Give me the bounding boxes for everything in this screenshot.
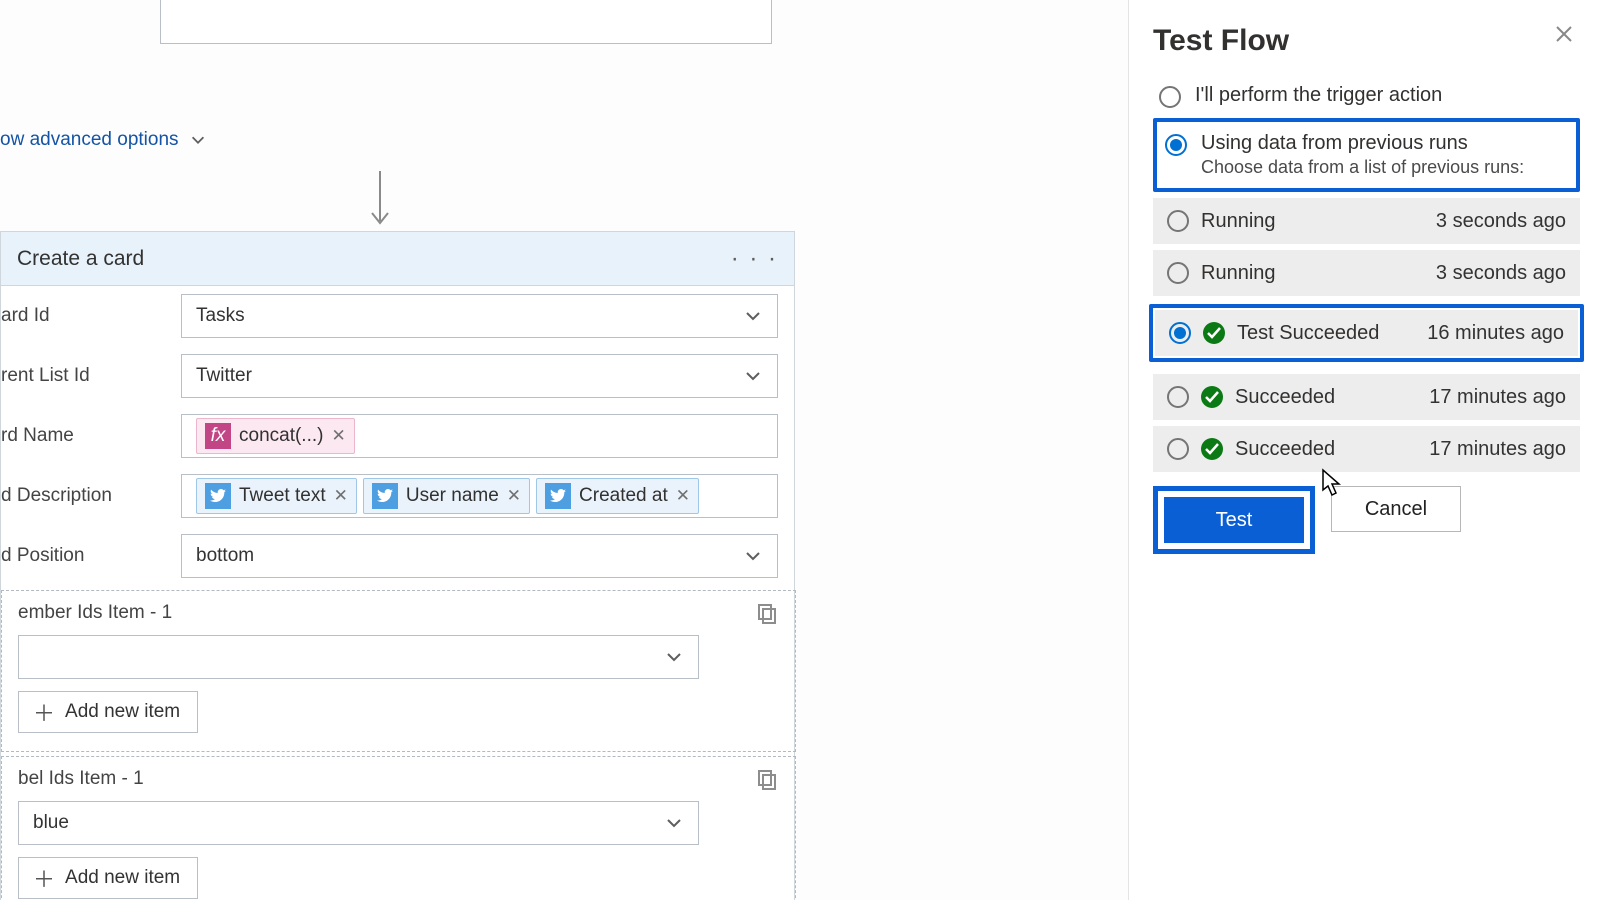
plus-icon: ＋	[33, 862, 55, 894]
run-item[interactable]: Running 3 seconds ago	[1153, 250, 1580, 296]
card-description-input[interactable]: Tweet text ✕ User name ✕ Created at ✕	[181, 474, 778, 518]
twitter-icon	[205, 483, 231, 509]
highlight-box: Test Succeeded 16 minutes ago	[1149, 304, 1584, 362]
highlight-box: Test	[1153, 486, 1315, 554]
token-remove-icon[interactable]: ✕	[331, 426, 345, 446]
run-item[interactable]: Running 3 seconds ago	[1153, 198, 1580, 244]
run-item[interactable]: Succeeded 17 minutes ago	[1153, 426, 1580, 472]
label-ids-select[interactable]: blue	[18, 801, 699, 845]
radio-icon	[1165, 134, 1187, 156]
success-check-icon	[1201, 438, 1223, 460]
token-remove-icon[interactable]: ✕	[676, 486, 690, 506]
fx-token[interactable]: fx concat(...) ✕	[196, 418, 355, 454]
dynamic-token[interactable]: Created at ✕	[536, 478, 699, 514]
plus-icon: ＋	[33, 696, 55, 728]
chevron-down-icon	[189, 131, 207, 149]
twitter-icon	[372, 483, 398, 509]
field-label-board-id: ard Id	[1, 305, 181, 327]
radio-icon	[1167, 386, 1189, 408]
run-item[interactable]: Succeeded 17 minutes ago	[1153, 374, 1580, 420]
radio-manual-trigger[interactable]: I'll perform the trigger action	[1153, 76, 1580, 116]
member-ids-select[interactable]	[18, 635, 699, 679]
radio-icon	[1167, 262, 1189, 284]
twitter-icon	[545, 483, 571, 509]
card-position-select[interactable]: bottom	[181, 534, 778, 578]
member-ids-section: ember Ids Item - 1 ＋ Add new item	[1, 590, 796, 752]
fx-icon: fx	[205, 423, 231, 449]
token-remove-icon[interactable]: ✕	[334, 486, 348, 506]
field-label-card-position: d Position	[1, 545, 181, 567]
flow-editor: ow advanced options Create a card · · · …	[0, 0, 800, 900]
label-ids-section: bel Ids Item - 1 blue ＋ Add new item	[1, 756, 796, 900]
radio-icon	[1169, 322, 1191, 344]
chevron-down-icon	[743, 546, 763, 566]
member-ids-label: ember Ids Item - 1	[18, 602, 172, 624]
action-card-title: Create a card	[17, 247, 731, 271]
chevron-down-icon	[743, 366, 763, 386]
dynamic-token[interactable]: User name ✕	[363, 478, 530, 514]
field-label-card-name: rd Name	[1, 425, 181, 447]
chevron-down-icon	[664, 647, 684, 667]
previous-runs-list: Running 3 seconds ago Running 3 seconds …	[1153, 198, 1580, 472]
add-label-item-button[interactable]: ＋ Add new item	[18, 857, 198, 899]
add-member-item-button[interactable]: ＋ Add new item	[18, 691, 198, 733]
parent-list-select[interactable]: Twitter	[181, 354, 778, 398]
chevron-down-icon	[664, 813, 684, 833]
test-button[interactable]: Test	[1164, 497, 1304, 543]
advanced-options-toggle[interactable]: ow advanced options	[0, 44, 800, 151]
chevron-down-icon	[743, 306, 763, 326]
action-card-menu[interactable]: · · ·	[731, 245, 778, 273]
connector-arrow-icon	[360, 171, 400, 231]
advanced-options-label: ow advanced options	[0, 129, 179, 151]
action-card-header[interactable]: Create a card · · ·	[1, 232, 794, 286]
test-flow-panel: Test Flow I'll perform the trigger actio…	[1128, 0, 1600, 900]
card-name-input[interactable]: fx concat(...) ✕	[181, 414, 778, 458]
cancel-button[interactable]: Cancel	[1331, 486, 1461, 532]
token-remove-icon[interactable]: ✕	[507, 486, 521, 506]
label-ids-label: bel Ids Item - 1	[18, 768, 144, 790]
action-card: Create a card · · · ard Id Tasks rent Li…	[0, 231, 795, 900]
run-item[interactable]: Test Succeeded 16 minutes ago	[1155, 310, 1578, 356]
radio-icon	[1167, 210, 1189, 232]
radio-icon	[1159, 86, 1181, 108]
board-id-select[interactable]: Tasks	[181, 294, 778, 338]
panel-title: Test Flow	[1153, 24, 1580, 58]
success-check-icon	[1201, 386, 1223, 408]
field-label-card-description: d Description	[1, 485, 181, 507]
field-label-parent-list: rent List Id	[1, 365, 181, 387]
radio-previous-runs[interactable]: Using data from previous runs Choose dat…	[1159, 124, 1574, 186]
highlight-box: Using data from previous runs Choose dat…	[1153, 118, 1580, 192]
switch-array-icon[interactable]	[755, 601, 779, 625]
dynamic-token[interactable]: Tweet text ✕	[196, 478, 357, 514]
switch-array-icon[interactable]	[755, 767, 779, 791]
close-button[interactable]	[1552, 22, 1580, 50]
radio-icon	[1167, 438, 1189, 460]
success-check-icon	[1203, 322, 1225, 344]
close-icon	[1552, 22, 1576, 46]
